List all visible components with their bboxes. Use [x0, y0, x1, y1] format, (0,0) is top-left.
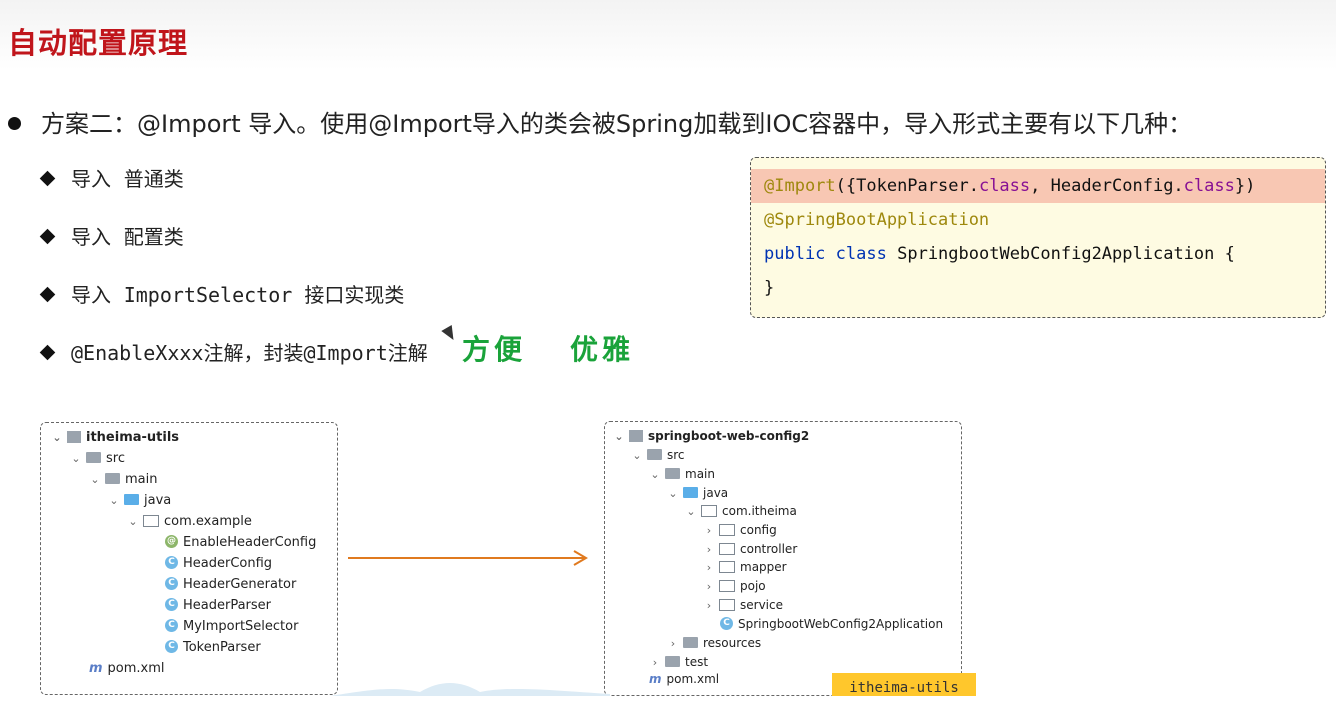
handwriting-elegant: 优雅	[570, 333, 635, 366]
source-folder-icon	[683, 487, 698, 498]
tree-node-src[interactable]: ⌄ src	[70, 449, 125, 469]
header-band	[0, 0, 1336, 70]
arrow-right-icon	[348, 550, 588, 566]
tree-node-folder[interactable]: › controller	[703, 539, 797, 559]
tree-node-main[interactable]: ⌄ main	[89, 470, 157, 490]
diamond-bullet-icon	[39, 344, 56, 361]
tree-node-src[interactable]: ⌄ src	[631, 445, 684, 465]
annotation-class-icon: @	[165, 535, 178, 548]
folder-icon	[665, 656, 680, 667]
spring-class-icon: C	[720, 617, 733, 630]
sub-item-prefix: 导入	[71, 167, 111, 191]
tree-node-folder[interactable]: › service	[703, 595, 783, 615]
code-line-import: @Import({TokenParser.class, HeaderConfig…	[751, 169, 1325, 203]
maven-icon: m	[649, 672, 662, 686]
diamond-bullet-icon	[39, 170, 56, 187]
main-bullet-text: 方案二：@Import 导入。使用@Import导入的类会被Spring加载到I…	[41, 110, 1193, 138]
tree-node-class[interactable]: C MyImportSelector	[165, 617, 298, 637]
tree-node-folder[interactable]: › mapper	[703, 557, 787, 577]
class-icon: C	[165, 640, 178, 653]
package-icon	[143, 514, 159, 527]
sub-item-text: 普通类	[123, 167, 184, 191]
sub-item-2: 导入 配置类	[39, 221, 184, 250]
tree-node-java[interactable]: ⌄ java	[108, 491, 171, 511]
handwriting-convenient: 方便	[462, 333, 527, 366]
package-icon	[719, 560, 735, 573]
folder-icon	[86, 452, 101, 463]
diamond-bullet-icon	[39, 286, 56, 303]
class-icon: C	[165, 577, 178, 590]
right-project-tree: ⌄ springboot-web-config2 ⌄ src ⌄ main ⌄ java…	[604, 421, 962, 696]
folder-icon	[665, 468, 680, 479]
tree-node-folder[interactable]: › config	[703, 520, 777, 540]
diamond-bullet-icon	[39, 228, 56, 245]
decorative-wave	[330, 683, 610, 696]
module-icon	[629, 429, 643, 442]
tree-node-project[interactable]: ⌄ springboot-web-config2	[613, 426, 809, 446]
footer-tag: itheima-utils	[832, 673, 976, 696]
sub-item-1: 导入 普通类	[39, 163, 184, 192]
folder-icon	[105, 473, 120, 484]
folder-icon	[683, 637, 698, 648]
package-icon	[719, 542, 735, 555]
mouse-cursor-icon	[441, 324, 459, 344]
class-icon: C	[165, 556, 178, 569]
sub-item-prefix: 导入	[71, 283, 111, 307]
code-block: @Import({TokenParser.class, HeaderConfig…	[750, 157, 1326, 318]
module-icon	[67, 430, 81, 443]
package-icon	[719, 523, 735, 536]
tree-node-pom[interactable]: m pom.xml	[649, 669, 719, 689]
tree-node-pom[interactable]: m pom.xml	[89, 659, 165, 679]
sub-item-3: 导入 ImportSelector 接口实现类	[39, 279, 405, 308]
sub-item-text: 配置类	[123, 225, 184, 249]
code-line-close: }	[764, 278, 775, 298]
slide-title: 自动配置原理	[8, 26, 189, 60]
tree-node-class[interactable]: C HeaderParser	[165, 596, 271, 616]
tree-node-class[interactable]: C HeaderConfig	[165, 554, 272, 574]
source-folder-icon	[124, 494, 139, 505]
maven-icon: m	[89, 661, 103, 676]
tree-node-resources[interactable]: › resources	[667, 633, 761, 653]
tree-node-package[interactable]: ⌄ com.example	[127, 512, 251, 532]
tree-node-class[interactable]: @ EnableHeaderConfig	[165, 533, 316, 553]
tree-node-java[interactable]: ⌄ java	[667, 483, 728, 503]
package-icon	[719, 579, 735, 592]
tree-node-class[interactable]: C TokenParser	[165, 638, 261, 658]
sub-item-prefix: 导入	[71, 225, 111, 249]
sub-item-text: @EnableXxxx注解，封装@Import注解	[71, 341, 428, 365]
sub-item-text: ImportSelector 接口实现类	[123, 283, 405, 307]
folder-icon	[647, 449, 662, 460]
left-project-tree: ⌄ itheima-utils ⌄ src ⌄ main ⌄ java ⌄ com.exa…	[40, 422, 338, 695]
tree-node-project[interactable]: ⌄ itheima-utils	[51, 428, 179, 448]
code-line-class: public class SpringbootWebConfig2Applica…	[764, 244, 1235, 264]
code-line-annotation: @SpringBootApplication	[764, 210, 990, 230]
class-icon: C	[165, 619, 178, 632]
tree-node-app-class[interactable]: C SpringbootWebConfig2Application	[720, 614, 943, 634]
tree-node-class[interactable]: C HeaderGenerator	[165, 575, 296, 595]
tree-node-package[interactable]: ⌄ com.itheima	[685, 501, 796, 521]
bullet-dot-icon	[8, 116, 21, 130]
main-bullet: 方案二：@Import 导入。使用@Import导入的类会被Spring加载到I…	[8, 104, 1192, 139]
tree-node-folder[interactable]: › pojo	[703, 576, 766, 596]
tree-node-main[interactable]: ⌄ main	[649, 464, 715, 484]
sub-item-4: @EnableXxxx注解，封装@Import注解	[39, 337, 428, 366]
package-icon	[719, 598, 735, 611]
package-icon	[701, 504, 717, 517]
class-icon: C	[165, 598, 178, 611]
